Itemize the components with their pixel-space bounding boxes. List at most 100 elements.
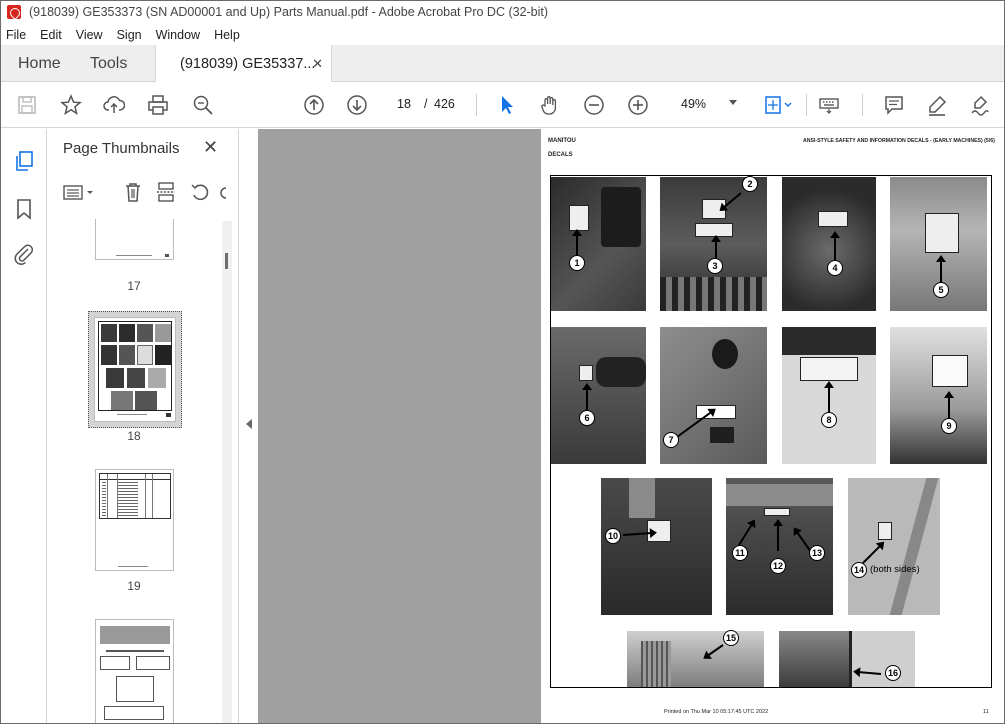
thumbnail-photo (137, 345, 153, 365)
zoom-search-icon[interactable] (190, 92, 216, 118)
attachments-paperclip-icon[interactable] (12, 242, 36, 266)
photo-detail (726, 484, 833, 506)
callout-13: 13 (809, 545, 825, 561)
scrollbar-thumb[interactable] (225, 253, 228, 269)
thumbnail-machine-outline (116, 676, 154, 702)
zoom-out-icon[interactable] (581, 92, 607, 118)
thumbnail-parts-table (99, 473, 171, 519)
sign-pen-icon[interactable] (967, 92, 993, 118)
thumbnails-list: 17 18 19 (48, 219, 220, 724)
photo-detail (782, 327, 876, 355)
callout-6: 6 (579, 410, 595, 426)
left-rail (0, 129, 47, 724)
photo-detail (596, 357, 646, 387)
page-header: ANSI-STYLE SAFETY AND INFORMATION DECALS… (803, 138, 995, 144)
thumbnail-page-17[interactable] (95, 219, 174, 260)
comment-icon[interactable] (881, 92, 907, 118)
thumbnail-decal-banner (100, 626, 170, 644)
thumbnails-panel: Page Thumbnails ✕ 17 18 19 (48, 129, 238, 724)
callout-11: 11 (732, 545, 748, 561)
chevron-down-icon (729, 100, 737, 105)
print-icon[interactable] (145, 92, 171, 118)
photo-detail (889, 478, 939, 615)
delete-trash-icon[interactable] (121, 180, 145, 204)
callout-1: 1 (569, 255, 585, 271)
thumbnail-photo (148, 368, 166, 388)
select-cursor-icon[interactable] (494, 92, 520, 118)
page-number-input[interactable]: 18 (388, 91, 420, 117)
close-tab-icon[interactable]: ✕ (312, 56, 323, 72)
thumbnails-title: Page Thumbnails (63, 140, 180, 157)
thumbnail-photo (111, 391, 133, 410)
thumbnail-page-18[interactable] (94, 317, 176, 422)
thumbnail-table-rows (102, 482, 106, 516)
thumbnail-page-19[interactable] (95, 469, 174, 571)
save-icon[interactable] (14, 92, 40, 118)
insert-pages-icon[interactable] (154, 180, 178, 204)
photo-14 (848, 478, 940, 615)
previous-page-icon[interactable] (301, 92, 327, 118)
callout-7: 7 (663, 432, 679, 448)
next-page-icon[interactable] (344, 92, 370, 118)
page-total: 426 (434, 97, 455, 111)
document-view[interactable]: MANITOU DECALS ANSI-STYLE SAFETY AND INF… (258, 129, 1005, 724)
thumbnail-options-icon[interactable] (62, 180, 98, 204)
page-number: 11 (983, 709, 989, 715)
photo-switch (710, 427, 734, 443)
collapse-panel-arrow-icon[interactable] (246, 419, 252, 429)
menu-view[interactable]: View (76, 28, 103, 42)
thumbnail-decal-box (104, 706, 164, 720)
callout-3: 3 (707, 258, 723, 274)
thumbnail-decals-frame (98, 321, 172, 411)
hand-tool-icon[interactable] (537, 92, 563, 118)
tab-bar: Home Tools (918039) GE35337... ✕ (0, 45, 1005, 83)
callout-8: 8 (821, 412, 837, 428)
callout-2: 2 (742, 176, 758, 192)
thumbnails-scrollbar[interactable] (222, 221, 232, 724)
thumbnail-page-20[interactable] (95, 619, 174, 724)
decal-4 (818, 211, 848, 227)
rotate-icon[interactable] (188, 180, 212, 204)
tab-document[interactable]: (918039) GE35337... ✕ (155, 45, 332, 83)
thumbnail-photo (127, 368, 145, 388)
page-thumbnails-icon[interactable] (12, 149, 36, 173)
bookmark-star-icon[interactable] (58, 92, 84, 118)
pointer-arrow (586, 385, 588, 411)
menu-sign[interactable]: Sign (117, 28, 142, 42)
bookmarks-icon[interactable] (12, 197, 36, 221)
thumbnail-decal-box (100, 656, 130, 670)
photo-1 (551, 177, 646, 311)
decals-figure: 1 2 3 4 5 6 7 8 9 10 11 12 13 14 (both s… (550, 175, 992, 688)
thumbnail-photo (155, 324, 171, 342)
callout-5: 5 (933, 282, 949, 298)
title-bar: (918039) GE353373 (SN AD00001 and Up) Pa… (0, 0, 1005, 24)
close-panel-icon[interactable]: ✕ (203, 137, 223, 157)
more-tools-icon[interactable] (218, 180, 228, 204)
menu-edit[interactable]: Edit (40, 28, 62, 42)
keyboard-icon[interactable] (816, 92, 842, 118)
callout-16: 16 (885, 665, 901, 681)
thumbnail-table-line (145, 474, 146, 518)
photo-6 (551, 327, 646, 464)
menu-help[interactable]: Help (214, 28, 240, 42)
page-fit-icon[interactable] (760, 92, 796, 118)
zoom-in-icon[interactable] (625, 92, 651, 118)
upload-cloud-icon[interactable] (101, 92, 127, 118)
menu-bar: File Edit View Sign Window Help (0, 24, 1005, 45)
panel-splitter[interactable] (238, 129, 258, 724)
menu-file[interactable]: File (6, 28, 26, 42)
decal-6 (579, 365, 593, 381)
highlight-pen-icon[interactable] (924, 92, 950, 118)
photo-cylinder (629, 478, 655, 518)
tab-home[interactable]: Home (18, 45, 61, 82)
photo-cab (849, 631, 915, 687)
menu-window[interactable]: Window (156, 28, 200, 42)
tab-tools[interactable]: Tools (90, 45, 127, 82)
zoom-level-select[interactable]: 49% (667, 91, 747, 117)
thumbnail-page-mark (166, 413, 171, 417)
photo-10 (601, 478, 712, 615)
photo-9 (890, 327, 987, 464)
page-brand: MANITOU (548, 138, 576, 144)
page-footer: Printed on Thu Mar 10 05:17:45 UTC 2022 (664, 709, 769, 715)
callout-12: 12 (770, 558, 786, 574)
